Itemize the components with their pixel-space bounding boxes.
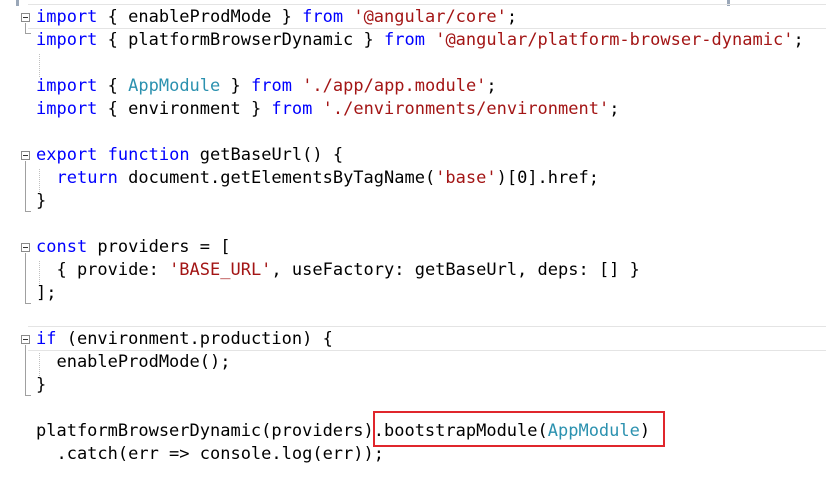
code-token: } xyxy=(36,191,47,211)
code-token: { provide: xyxy=(36,260,170,280)
code-token: ; xyxy=(486,76,497,96)
code-line[interactable]: ]; xyxy=(36,282,56,305)
code-line[interactable]: .catch(err => console.log(err)); xyxy=(36,443,384,466)
code-token: from xyxy=(302,7,344,27)
code-token: { environment } xyxy=(97,99,272,119)
code-token: 'base' xyxy=(435,168,497,188)
code-token: 'BASE_URL' xyxy=(169,260,272,280)
current-line-border xyxy=(28,4,826,5)
code-token: import xyxy=(36,30,98,50)
code-token: const xyxy=(36,237,88,257)
collapse-region-icon[interactable] xyxy=(21,335,30,344)
bootstrap-module-highlight xyxy=(373,411,665,447)
indent-guide xyxy=(39,54,40,77)
code-line[interactable]: { provide: 'BASE_URL', useFactory: getBa… xyxy=(36,259,640,282)
code-token: AppModule xyxy=(128,76,221,96)
code-token: .catch(err => console.log(err)); xyxy=(36,444,384,464)
code-token: document.getElementsByTagName( xyxy=(117,168,436,188)
code-token: './environments/environment' xyxy=(322,99,610,119)
outlining-margin xyxy=(25,395,31,396)
outlining-margin xyxy=(25,211,31,212)
code-line[interactable]: import { AppModule } from './app/app.mod… xyxy=(36,75,497,98)
code-token: } xyxy=(220,76,251,96)
code-token: { platformBrowserDynamic } xyxy=(97,30,384,50)
code-token: import xyxy=(36,7,98,27)
code-token: if xyxy=(36,329,57,349)
code-token: from xyxy=(384,30,425,50)
code-token: function xyxy=(107,145,190,165)
code-line[interactable]: enableProdMode(); xyxy=(36,351,230,374)
code-token: import xyxy=(36,99,98,119)
code-line[interactable]: } xyxy=(36,374,46,397)
code-token: ; xyxy=(793,30,804,50)
outlining-margin xyxy=(25,345,26,395)
code-line[interactable]: return document.getElementsByTagName('ba… xyxy=(36,167,599,190)
outlining-margin xyxy=(25,303,31,304)
code-line[interactable]: import { environment } from './environme… xyxy=(36,98,619,121)
code-token: , useFactory: getBaseUrl, deps: [] } xyxy=(271,260,640,280)
code-line[interactable]: export function getBaseUrl() { xyxy=(36,144,343,167)
code-token: ]; xyxy=(36,283,57,303)
code-token: from xyxy=(250,76,292,96)
code-token: '@angular/core' xyxy=(353,7,507,27)
collapse-region-icon[interactable] xyxy=(21,243,30,252)
code-line[interactable]: } xyxy=(36,190,46,213)
collapse-region-icon[interactable] xyxy=(21,151,30,160)
tab-divider xyxy=(16,0,19,6)
tab-divider xyxy=(727,0,730,6)
collapse-region-icon[interactable] xyxy=(21,13,30,22)
code-token: '@angular/platform-browser-dynamic' xyxy=(435,30,794,50)
code-token: getBaseUrl() { xyxy=(189,145,344,165)
outlining-margin xyxy=(25,161,26,211)
code-token: { enableProdMode } xyxy=(97,7,303,27)
outlining-margin xyxy=(25,23,26,33)
code-editor[interactable]: import { enableProdMode } from '@angular… xyxy=(0,0,826,492)
code-token: enableProdMode(); xyxy=(36,352,231,372)
code-token: { xyxy=(97,76,129,96)
current-line-border xyxy=(28,326,826,327)
code-token: export xyxy=(36,145,98,165)
outlining-margin xyxy=(25,33,31,34)
outlining-margin xyxy=(25,253,26,303)
code-token: (environment.production) { xyxy=(56,329,333,349)
code-token: './app/app.module' xyxy=(302,76,487,96)
code-line[interactable]: const providers = [ xyxy=(36,236,230,259)
code-token: ; xyxy=(506,7,518,27)
code-line[interactable]: if (environment.production) { xyxy=(36,328,333,351)
code-token: providers = [ xyxy=(87,237,231,257)
code-token: )[0].href; xyxy=(496,168,599,188)
code-line[interactable]: import { platformBrowserDynamic } from '… xyxy=(36,29,804,52)
code-line[interactable]: import { enableProdMode } from '@angular… xyxy=(36,6,517,29)
code-token: } xyxy=(36,375,47,395)
code-token: from xyxy=(271,99,313,119)
code-token: return xyxy=(56,168,118,188)
code-token: import xyxy=(36,76,98,96)
code-token: ; xyxy=(609,99,620,119)
